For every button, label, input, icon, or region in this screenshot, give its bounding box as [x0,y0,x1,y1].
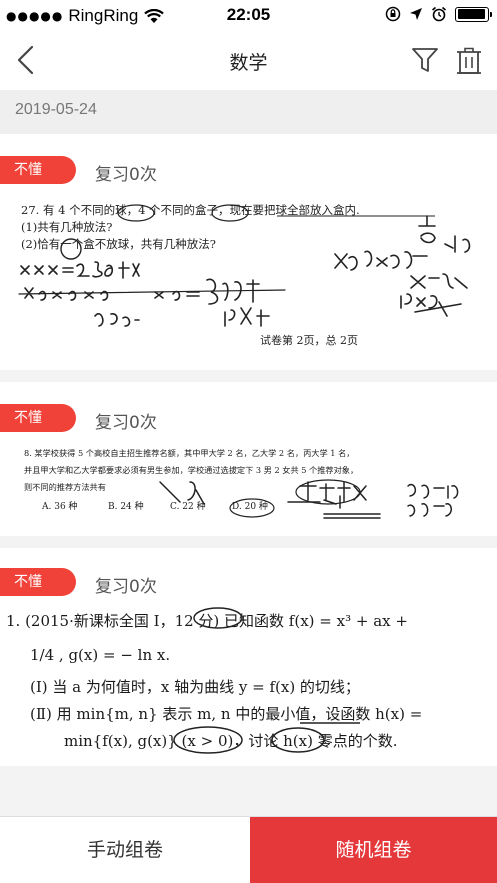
question-line: 8. 某学校获得 5 个高校自主招生推荐名额，其中甲大学 2 名，乙大学 2 名… [24,448,354,458]
question-line: 则不同的推荐方法共有 [24,482,106,492]
question-image: 27. 有 4 个不同的球，4 个不同的盒子，现在要把球全部放入盒内. (1)共… [15,196,485,361]
filter-icon[interactable] [411,46,439,74]
answer-option: B. 24 种 [108,500,144,512]
card-separator [0,536,497,548]
card-separator [0,766,497,816]
answer-option: A. 36 种 [41,500,78,512]
card-separator [0,370,497,382]
status-badge: 不懂 [0,568,76,596]
question-line: (2)恰有一个盒不放球，共有几种放法? [21,237,216,251]
nav-bar: 数学 [0,30,497,90]
question-card[interactable]: 不懂 复习0次 27. 有 4 个不同的球，4 个不同的盒子，现在要把球全部放入… [0,134,497,370]
location-icon [410,8,422,20]
date-header: 2019-05-24 [0,90,497,134]
manual-compose-button[interactable]: 手动组卷 [0,817,250,883]
status-bar: ●●●●● RingRing 22:05 [0,0,497,30]
date-label: 2019-05-24 [15,101,97,118]
trash-icon[interactable] [455,46,483,76]
question-line: 1/4 , g(x) = − ln x. [30,646,170,664]
status-badge: 不懂 [0,404,76,432]
question-image: 1. (2015·新课标全国 Ⅰ，12 分) 已知函数 f(x) = x³ + … [0,606,497,758]
orientation-lock-icon [385,6,401,22]
battery-icon [455,6,492,22]
question-card[interactable]: 不懂 复习0次 1. (2015·新课标全国 Ⅰ，12 分) 已知函数 f(x)… [0,548,497,766]
answer-option: C. 22 种 [170,500,206,512]
status-badge: 不懂 [0,156,76,184]
battery-fill [457,9,486,19]
bottom-action-bar: 手动组卷 随机组卷 [0,816,497,883]
question-image: 8. 某学校获得 5 个高校自主招生推荐名额，其中甲大学 2 名，乙大学 2 名… [20,442,485,527]
review-count: 复习0次 [95,577,157,597]
review-count: 复习0次 [95,165,157,185]
question-line: 27. 有 4 个不同的球，4 个不同的盒子，现在要把球全部放入盒内. [21,203,360,217]
review-count: 复习0次 [95,413,157,433]
answer-options: A. 36 种 B. 24 种 C. 22 种 D. 20 种 [41,500,268,512]
page-footer: 试卷第 2页，总 2页 [260,333,358,347]
status-icons [385,6,492,22]
question-line: (Ⅱ) 用 min{m, n} 表示 m, n 中的最小值，设函数 h(x) = [30,705,422,723]
question-line: 并且甲大学和乙大学都要求必须有男生参加，学校通过选拔定下 3 男 2 女共 5 … [24,465,358,475]
question-line: (Ⅰ) 当 a 为何值时，x 轴为曲线 y = f(x) 的切线； [30,678,360,696]
question-line: min{f(x), g(x)} (x > 0)，讨论 h(x) 零点的个数. [64,732,398,750]
question-line: (1)共有几种放法? [21,220,112,234]
alarm-icon [431,6,447,22]
handwriting [159,481,459,519]
random-compose-button[interactable]: 随机组卷 [250,817,497,883]
question-card[interactable]: 不懂 复习0次 8. 某学校获得 5 个高校自主招生推荐名额，其中甲大学 2 名… [0,382,497,536]
